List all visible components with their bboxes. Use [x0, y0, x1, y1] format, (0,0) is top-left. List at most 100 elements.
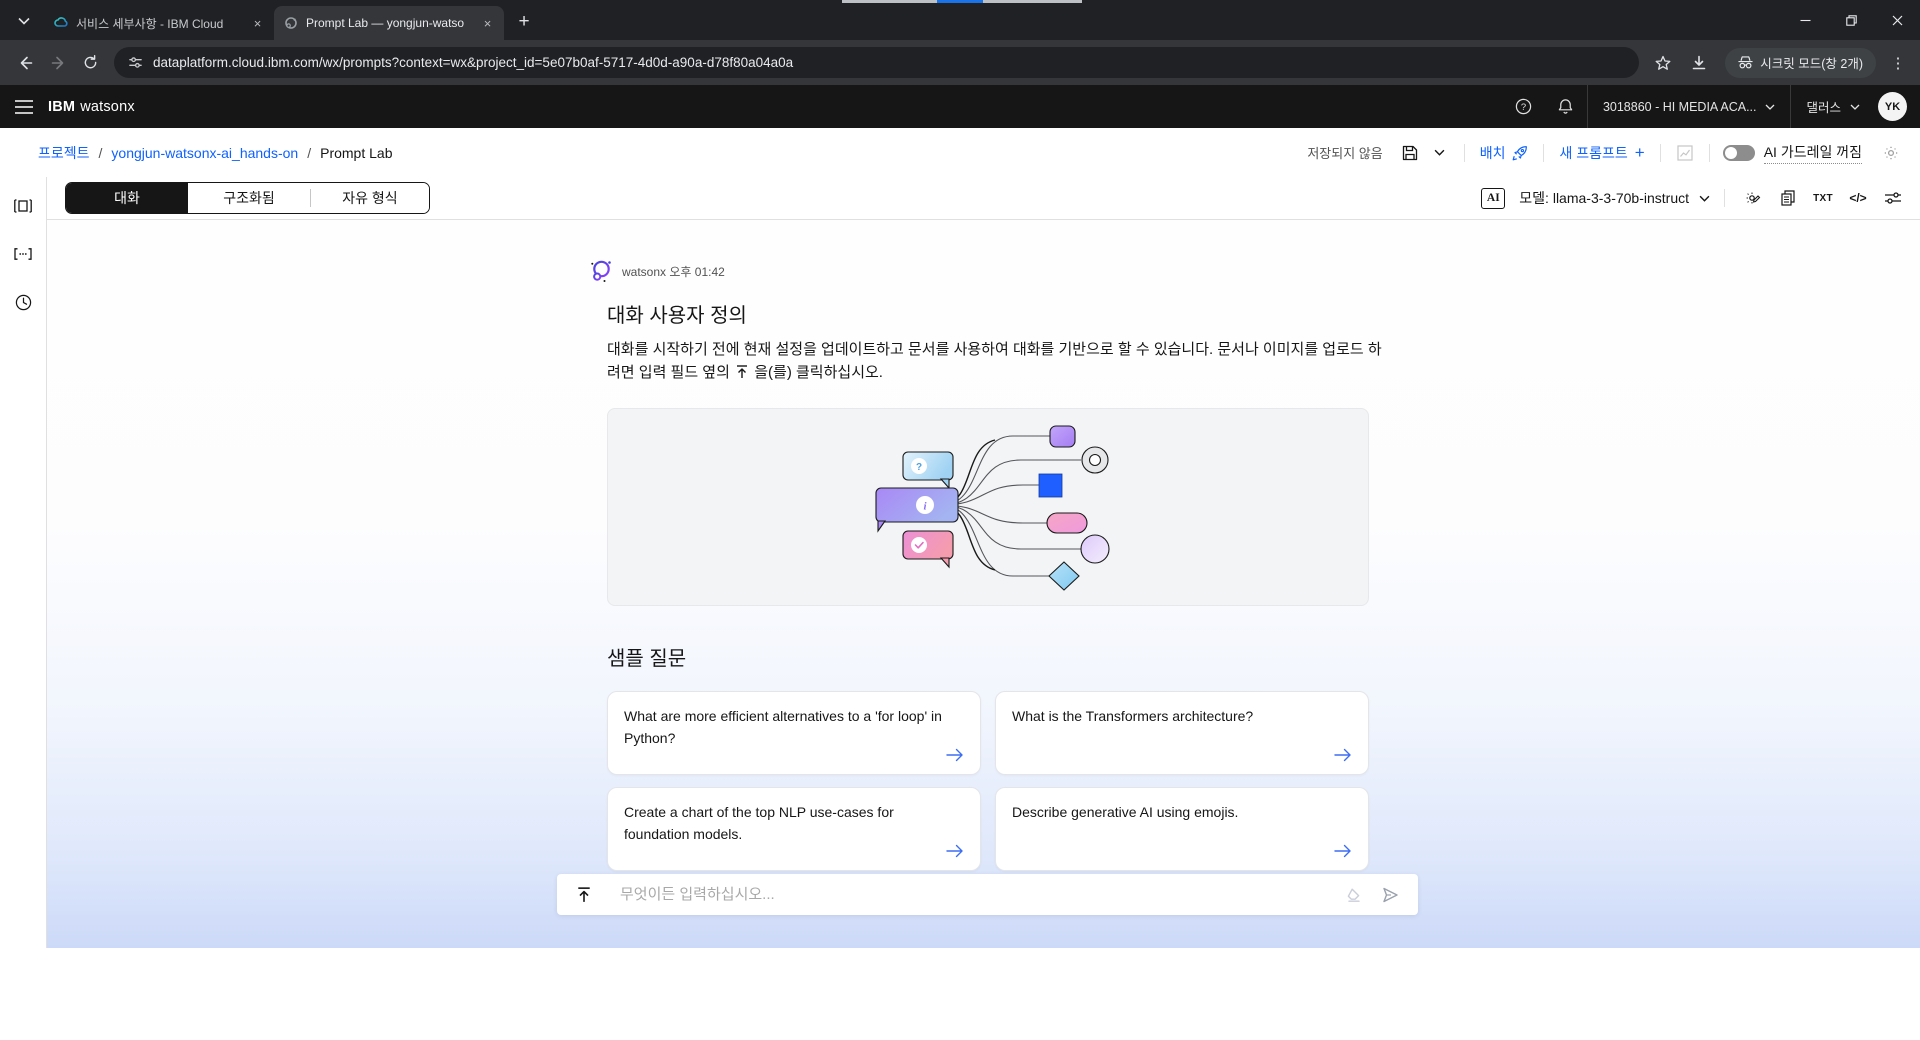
watsonx-favicon: [285, 17, 297, 29]
browser-toolbar: dataplatform.cloud.ibm.com/wx/prompts?co…: [0, 40, 1920, 85]
new-prompt-label: 새 프롬프트: [1559, 144, 1628, 161]
description-text: 대화를 시작하기 전에 현재 설정을 업데이트하고 문서를 사용하여 대화를 기…: [607, 341, 1382, 381]
bookmark-star-icon[interactable]: [1647, 47, 1679, 79]
duplicate-copy-icon[interactable]: [1773, 183, 1803, 213]
upload-file-button[interactable]: [572, 883, 596, 907]
clear-eraser-icon[interactable]: [1341, 882, 1367, 908]
message-header: watsonx 오후 01:42: [588, 258, 1384, 284]
toggle-knob: [1724, 146, 1737, 159]
save-icon[interactable]: [1395, 138, 1425, 168]
breadcrumb-current: Prompt Lab: [320, 144, 393, 161]
incognito-icon: [1738, 56, 1753, 69]
ai-label-badge: AI: [1481, 187, 1506, 209]
tab-title: 서비스 세부사항 - IBM Cloud: [76, 16, 224, 31]
sample-question-cards: What are more efficient alternatives to …: [607, 691, 1384, 871]
chat-flow-illustration: ? i: [875, 425, 1110, 591]
chat-content-area: watsonx 오후 01:42 대화 사용자 정의 대화를 시작하기 전에 현…: [47, 220, 1920, 948]
account-selector[interactable]: 3018860 - HI MEDIA ACA...: [1586, 85, 1791, 128]
chevron-down-icon[interactable]: [1699, 195, 1710, 202]
sample-question-card[interactable]: Describe generative AI using emojis.: [995, 787, 1369, 871]
chat-input-bar: [557, 874, 1418, 915]
chevron-down-icon: [1766, 104, 1775, 110]
region-label: 댈러스: [1806, 101, 1841, 115]
breadcrumb-project-link[interactable]: yongjun-watsonx-ai_hands-on: [111, 145, 298, 161]
main-pane: 대화 구조화됨 자유 형식 AI 모델: llama-3-3-70b-instr…: [47, 177, 1920, 948]
sliders-settings-icon[interactable]: [1878, 183, 1908, 213]
prompt-editor-icon[interactable]: [3, 186, 43, 226]
deploy-label: 배치: [1479, 144, 1506, 161]
brand-ibm: IBM: [48, 98, 76, 115]
close-tab-icon[interactable]: ×: [249, 15, 266, 32]
brand-product: watsonx: [80, 98, 135, 115]
arrow-right-icon[interactable]: [1334, 844, 1352, 858]
tab-freeform[interactable]: 자유 형식: [311, 183, 429, 213]
sample-question-text: What are more efficient alternatives to …: [624, 708, 942, 746]
message-title: 대화 사용자 정의: [607, 305, 747, 327]
chat-illustration-panel: ? i: [607, 408, 1369, 606]
tab-structured[interactable]: 구조화됨: [188, 183, 310, 213]
chrome-menu-icon[interactable]: ⋮: [1886, 54, 1910, 72]
ai-guardrails-toggle[interactable]: [1722, 144, 1755, 161]
view-text-button[interactable]: TXT: [1808, 183, 1838, 213]
send-icon[interactable]: [1377, 882, 1403, 908]
model-parameters-gear-icon[interactable]: [1738, 183, 1768, 213]
downloads-icon[interactable]: [1683, 47, 1715, 79]
deploy-button[interactable]: 배치: [1474, 143, 1535, 163]
header-right: ? 3018860 - HI MEDIA ACA... 댈러스 YK: [1503, 85, 1920, 128]
window-restore-button[interactable]: [1828, 0, 1874, 40]
browser-tab-prompt-lab[interactable]: Prompt Lab — yongjun-watso ×: [274, 6, 504, 40]
sample-question-text: Describe generative AI using emojis.: [1012, 804, 1239, 820]
sample-questions-heading: 샘플 질문: [607, 648, 687, 670]
view-code-button[interactable]: </>: [1843, 183, 1873, 213]
incognito-label: 시크릿 모드(창 2개): [1760, 57, 1863, 71]
divider: [1708, 143, 1710, 162]
window-minimize-button[interactable]: [1782, 0, 1828, 40]
description-text: 을(를) 클릭하십시오.: [754, 364, 883, 381]
window-close-button[interactable]: [1874, 0, 1920, 40]
sample-question-card[interactable]: Create a chart of the top NLP use-cases …: [607, 787, 981, 871]
back-button[interactable]: [10, 47, 42, 79]
arrow-right-icon[interactable]: [946, 748, 964, 762]
close-tab-icon[interactable]: ×: [479, 15, 496, 32]
upload-icon: [737, 365, 748, 378]
address-bar[interactable]: dataplatform.cloud.ibm.com/wx/prompts?co…: [114, 47, 1640, 78]
site-settings-icon[interactable]: [128, 55, 143, 70]
new-tab-button[interactable]: +: [510, 8, 538, 36]
tab-chat[interactable]: 대화: [66, 183, 188, 213]
message-description: 대화를 시작하기 전에 현재 설정을 업데이트하고 문서를 사용하여 대화를 기…: [607, 338, 1389, 384]
breadcrumb-projects-link[interactable]: 프로젝트: [38, 143, 90, 163]
user-avatar[interactable]: YK: [1878, 92, 1907, 121]
ibm-cloud-favicon: [54, 17, 68, 27]
breadcrumb-separator: /: [98, 144, 103, 161]
notifications-bell-icon[interactable]: [1545, 85, 1587, 128]
tab-search-button[interactable]: [10, 7, 38, 35]
gear-icon[interactable]: [1876, 138, 1906, 168]
hamburger-menu-icon[interactable]: [0, 85, 48, 128]
browser-tab-ibm-cloud[interactable]: 서비스 세부사항 - IBM Cloud ×: [44, 6, 274, 40]
sample-question-card[interactable]: What is the Transformers architecture?: [995, 691, 1369, 775]
message-body: 대화 사용자 정의 대화를 시작하기 전에 현재 설정을 업데이트하고 문서를 …: [607, 299, 1384, 871]
app-header: IBM watsonx ? 3018860 - HI MEDIA ACA... 댈…: [0, 85, 1920, 128]
svg-text:?: ?: [1521, 102, 1526, 113]
model-selector-label[interactable]: 모델: llama-3-3-70b-instruct: [1519, 188, 1689, 208]
new-prompt-button[interactable]: 새 프롬프트 +: [1553, 143, 1650, 163]
svg-text:?: ?: [916, 462, 922, 473]
save-options-chevron-icon[interactable]: [1425, 138, 1455, 168]
arrow-right-icon[interactable]: [1334, 748, 1352, 762]
chat-message-input[interactable]: [620, 886, 1331, 903]
history-clock-icon[interactable]: [3, 282, 43, 322]
url-text: dataplatform.cloud.ibm.com/wx/prompts?co…: [153, 55, 794, 70]
sample-question-text: Create a chart of the top NLP use-cases …: [624, 804, 894, 842]
refresh-button[interactable]: [74, 47, 106, 79]
chevron-down-icon: [1850, 104, 1860, 110]
incognito-badge[interactable]: 시크릿 모드(창 2개): [1725, 47, 1876, 78]
help-icon[interactable]: ?: [1503, 85, 1545, 128]
forward-button[interactable]: [42, 47, 74, 79]
sample-question-card[interactable]: What are more efficient alternatives to …: [607, 691, 981, 775]
divider: [1724, 189, 1725, 207]
variables-icon[interactable]: [3, 234, 43, 274]
divider: [1543, 143, 1545, 162]
arrow-right-icon[interactable]: [946, 844, 964, 858]
region-selector[interactable]: 댈러스: [1790, 85, 1875, 128]
rocket-icon: [1513, 145, 1528, 160]
